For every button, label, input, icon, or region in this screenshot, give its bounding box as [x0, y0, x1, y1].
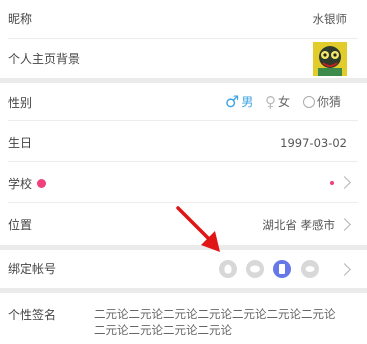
bind-account-label: 绑定帐号 — [8, 262, 57, 276]
school-label: 学校 — [8, 177, 33, 191]
signature-label: 个性签名 — [8, 308, 57, 322]
location-label: 位置 — [8, 218, 33, 232]
birthday-value: 1997-03-02 — [280, 136, 347, 150]
gender-option-female[interactable]: ♀ 女 — [265, 93, 290, 111]
nickname-value: 水银师 — [312, 12, 348, 26]
phone-icon[interactable] — [273, 260, 291, 278]
background-label: 个人主页背景 — [8, 52, 81, 66]
gender-label: 性别 — [8, 96, 33, 110]
chevron-right-icon — [338, 218, 351, 231]
qq-icon[interactable] — [219, 260, 237, 278]
school-badge-icon — [37, 179, 46, 188]
male-icon: ♂ — [225, 92, 240, 111]
background-thumbnail — [313, 42, 347, 76]
weibo-icon[interactable] — [301, 260, 319, 278]
birthday-label: 生日 — [8, 136, 33, 150]
signature-value: 二元论二元论二元论二元论二元论二元论二元论二元论二元论二元论二元论 — [94, 307, 336, 337]
location-value: 湖北省 孝感市 — [262, 218, 335, 232]
wechat-icon[interactable] — [246, 260, 264, 278]
person-icon — [303, 96, 315, 108]
gender-option-male[interactable]: ♂ 男 — [225, 92, 253, 111]
annotation-arrow — [176, 206, 220, 252]
chevron-right-icon — [338, 176, 351, 189]
school-dot-indicator — [330, 181, 334, 185]
school-row[interactable]: 学校 — [0, 162, 367, 202]
nickname-row[interactable]: 昵称 水银师 — [0, 0, 367, 38]
gender-option-guess[interactable]: 你猜 — [303, 95, 341, 109]
background-row[interactable]: 个人主页背景 — [0, 39, 367, 78]
female-icon: ♀ — [265, 93, 276, 111]
nickname-label: 昵称 — [8, 12, 33, 26]
birthday-row[interactable]: 生日 1997-03-02 — [0, 121, 367, 161]
